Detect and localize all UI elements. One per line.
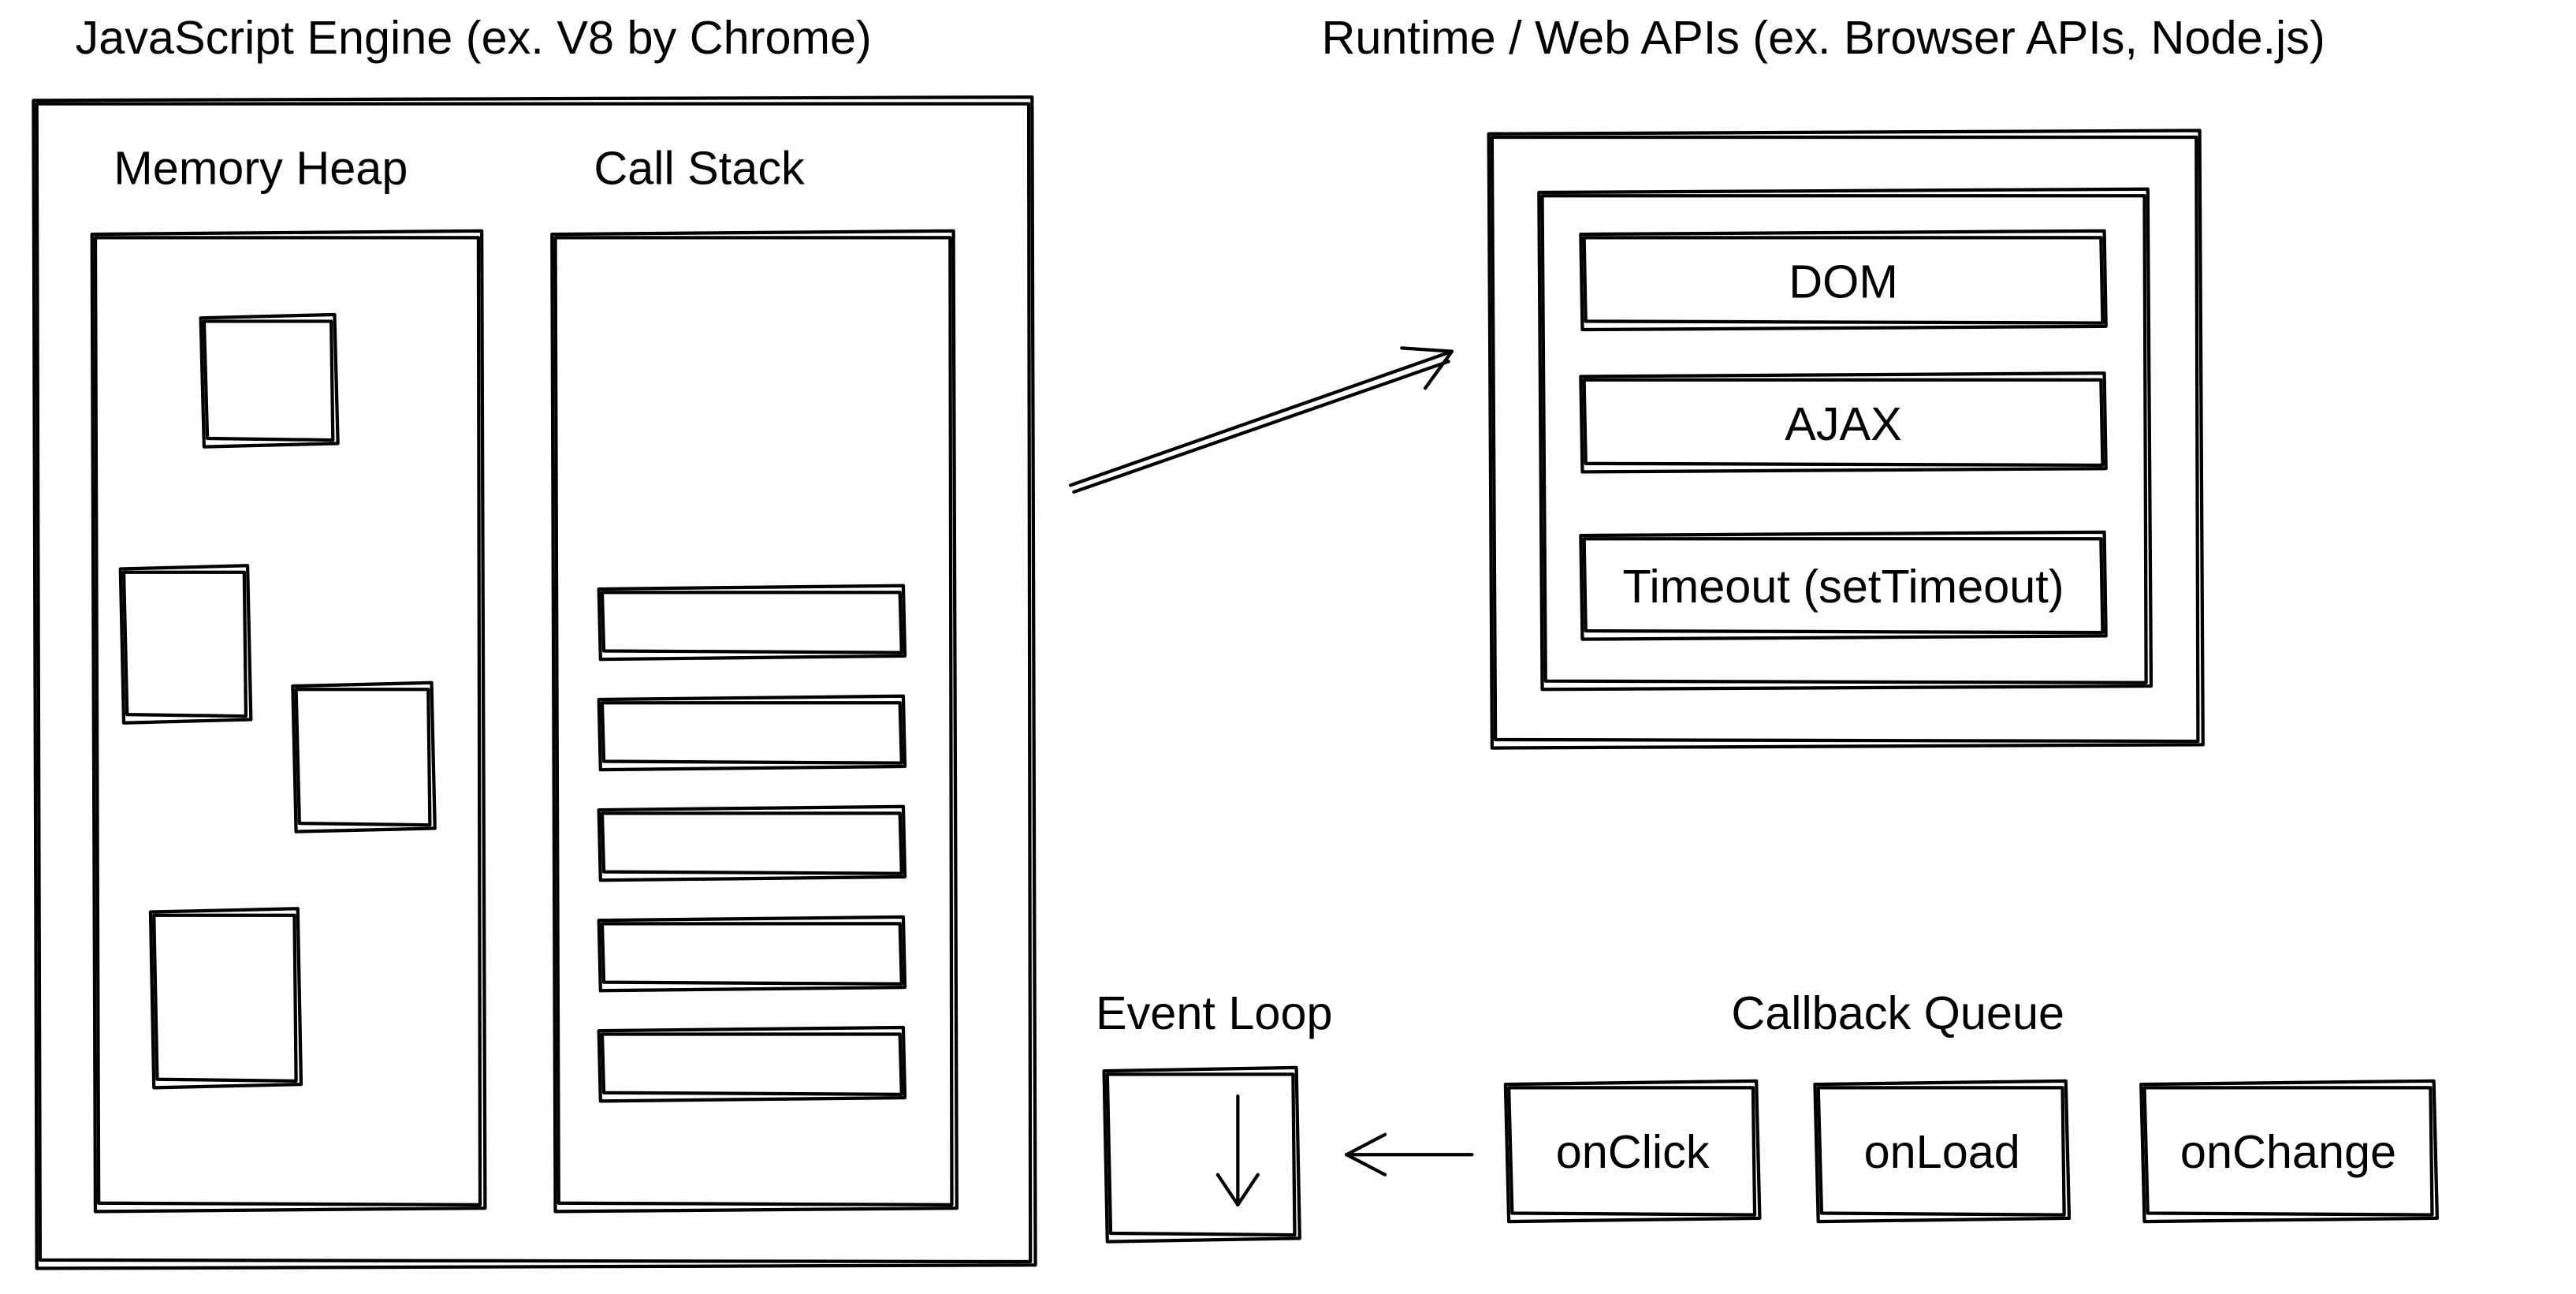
engine-title: JavaScript Engine (ex. V8 by Chrome)	[75, 11, 871, 64]
webapi-item-dom: DOM	[1580, 231, 2105, 330]
heap-object	[292, 683, 434, 832]
call-stack-box	[552, 231, 957, 1212]
memory-heap-label: Memory Heap	[114, 141, 408, 194]
stack-frame	[599, 807, 905, 880]
event-loop-label: Event Loop	[1096, 986, 1333, 1039]
stack-frame	[599, 696, 905, 770]
stack-frame	[599, 917, 905, 990]
event-loop-box	[1104, 1068, 1300, 1242]
stack-frame	[599, 1027, 905, 1101]
heap-object	[121, 565, 251, 722]
call-stack-label: Call Stack	[594, 141, 805, 194]
js-event-loop-diagram: JavaScript Engine (ex. V8 by Chrome) Mem…	[0, 0, 2576, 1288]
webapi-item-timeout: Timeout (setTimeout)	[1580, 532, 2105, 640]
callback-item-label: onClick	[1556, 1125, 1710, 1178]
webapi-item-ajax: AJAX	[1580, 373, 2105, 472]
callback-item-onclick: onClick	[1506, 1081, 1760, 1221]
arrow-engine-to-webapis	[1070, 348, 1452, 491]
callback-queue-label: Callback Queue	[1731, 986, 2064, 1039]
stack-frame	[599, 586, 905, 659]
runtime-title: Runtime / Web APIs (ex. Browser APIs, No…	[1321, 11, 2325, 64]
webapi-item-label: AJAX	[1785, 397, 1902, 450]
callback-item-label: onChange	[2180, 1125, 2396, 1178]
heap-object	[151, 908, 301, 1087]
webapi-item-label: DOM	[1789, 255, 1898, 308]
webapi-item-label: Timeout (setTimeout)	[1622, 560, 2064, 613]
arrow-queue-to-loop	[1346, 1135, 1472, 1175]
heap-object	[201, 315, 338, 447]
callback-item-onload: onLoad	[1815, 1081, 2069, 1221]
callback-item-label: onLoad	[1864, 1125, 2020, 1178]
callback-item-onchange: onChange	[2141, 1081, 2437, 1221]
